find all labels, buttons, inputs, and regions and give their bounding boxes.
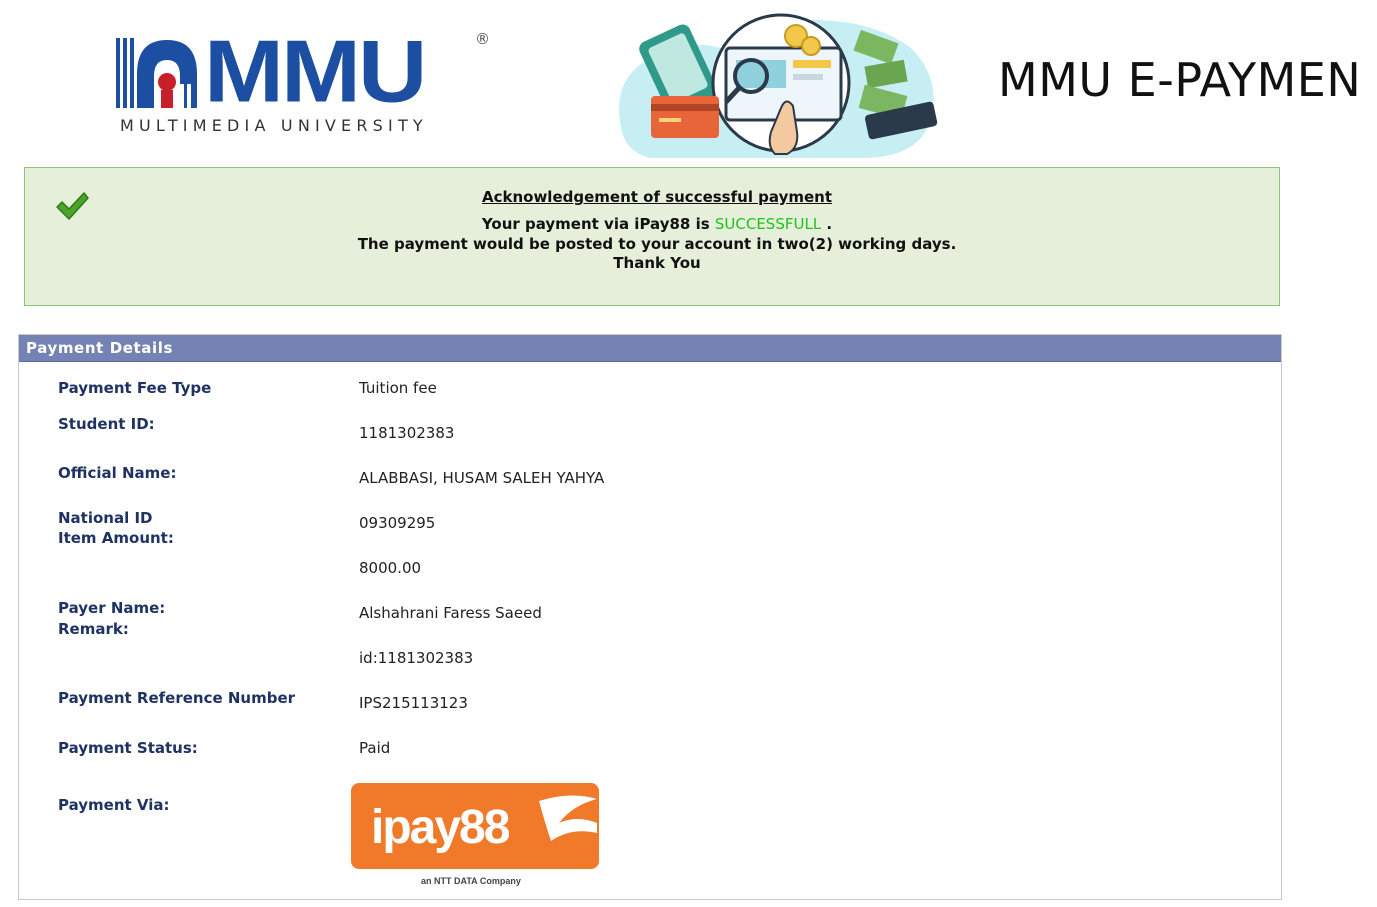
payment-details-title: Payment Details xyxy=(26,339,174,357)
mmu-logo-subtitle: MULTIMEDIA UNIVERSITY xyxy=(120,116,428,135)
student-id-value: 1181302383 xyxy=(359,424,455,442)
payment-status-value: Paid xyxy=(359,739,391,757)
item-amount-label: Item Amount: xyxy=(58,529,174,547)
national-id-label: National ID xyxy=(58,509,153,527)
reference-number-value: IPS215113123 xyxy=(359,694,468,712)
mmu-logo-icon: MMU ® MULTIMEDIA UNIVERSITY xyxy=(112,28,497,140)
official-name-value: ALABBASI, HUSAM SALEH YAHYA xyxy=(359,469,605,487)
success-message-box: Acknowledgement of successful payment Yo… xyxy=(24,167,1280,306)
payment-status-prefix: Your payment via iPay88 is xyxy=(481,215,715,233)
reference-number-label: Payment Reference Number xyxy=(58,689,296,707)
payment-details-panel: Payment Details Payment Fee Type Tuition… xyxy=(18,334,1282,900)
ipay88-logo-icon: ipay88 an NTT DATA Company xyxy=(351,783,601,889)
national-id-value: 09309295 xyxy=(359,514,436,532)
ipay88-tagline: an NTT DATA Company xyxy=(421,876,521,886)
payment-status-label: Payment Status: xyxy=(58,739,198,757)
payment-details-header: Payment Details xyxy=(19,335,1281,362)
success-status-word: SUCCESSFULL xyxy=(714,215,822,233)
thank-you-text: Thank You xyxy=(613,254,701,272)
payment-status-message: Your payment via iPay88 is SUCCESSFULL . xyxy=(25,215,1289,233)
registered-mark: ® xyxy=(475,30,490,48)
payment-status-suffix: . xyxy=(821,215,833,233)
page-title: MMU E-PAYMEN xyxy=(998,53,1362,107)
remark-value: id:1181302383 xyxy=(359,649,474,667)
student-id-label: Student ID: xyxy=(58,415,155,433)
acknowledgement-title: Acknowledgement of successful payment xyxy=(481,188,833,206)
payment-illustration-icon xyxy=(611,8,946,162)
item-amount-value: 8000.00 xyxy=(359,559,422,577)
mmu-symbol-icon xyxy=(116,38,197,108)
payer-name-value: Alshahrani Faress Saeed xyxy=(359,604,542,622)
mmu-logo-letters: MMU xyxy=(204,22,427,121)
posting-notice: The payment would be posted to your acco… xyxy=(357,235,957,253)
payment-receipt-page: MMU ® MULTIMEDIA UNIVERSITY MMU E-PAYMEN… xyxy=(0,0,1377,907)
ipay88-logo-text: ipay88 xyxy=(371,801,510,854)
official-name-label: Official Name: xyxy=(58,464,177,482)
page-header: MMU ® MULTIMEDIA UNIVERSITY MMU E-PAYMEN xyxy=(0,0,1377,165)
payer-name-label: Payer Name: xyxy=(58,599,166,617)
fee-type-label: Payment Fee Type xyxy=(58,379,212,397)
remark-label: Remark: xyxy=(58,620,129,638)
payment-via-label: Payment Via: xyxy=(58,796,170,814)
fee-type-value: Tuition fee xyxy=(359,379,437,397)
